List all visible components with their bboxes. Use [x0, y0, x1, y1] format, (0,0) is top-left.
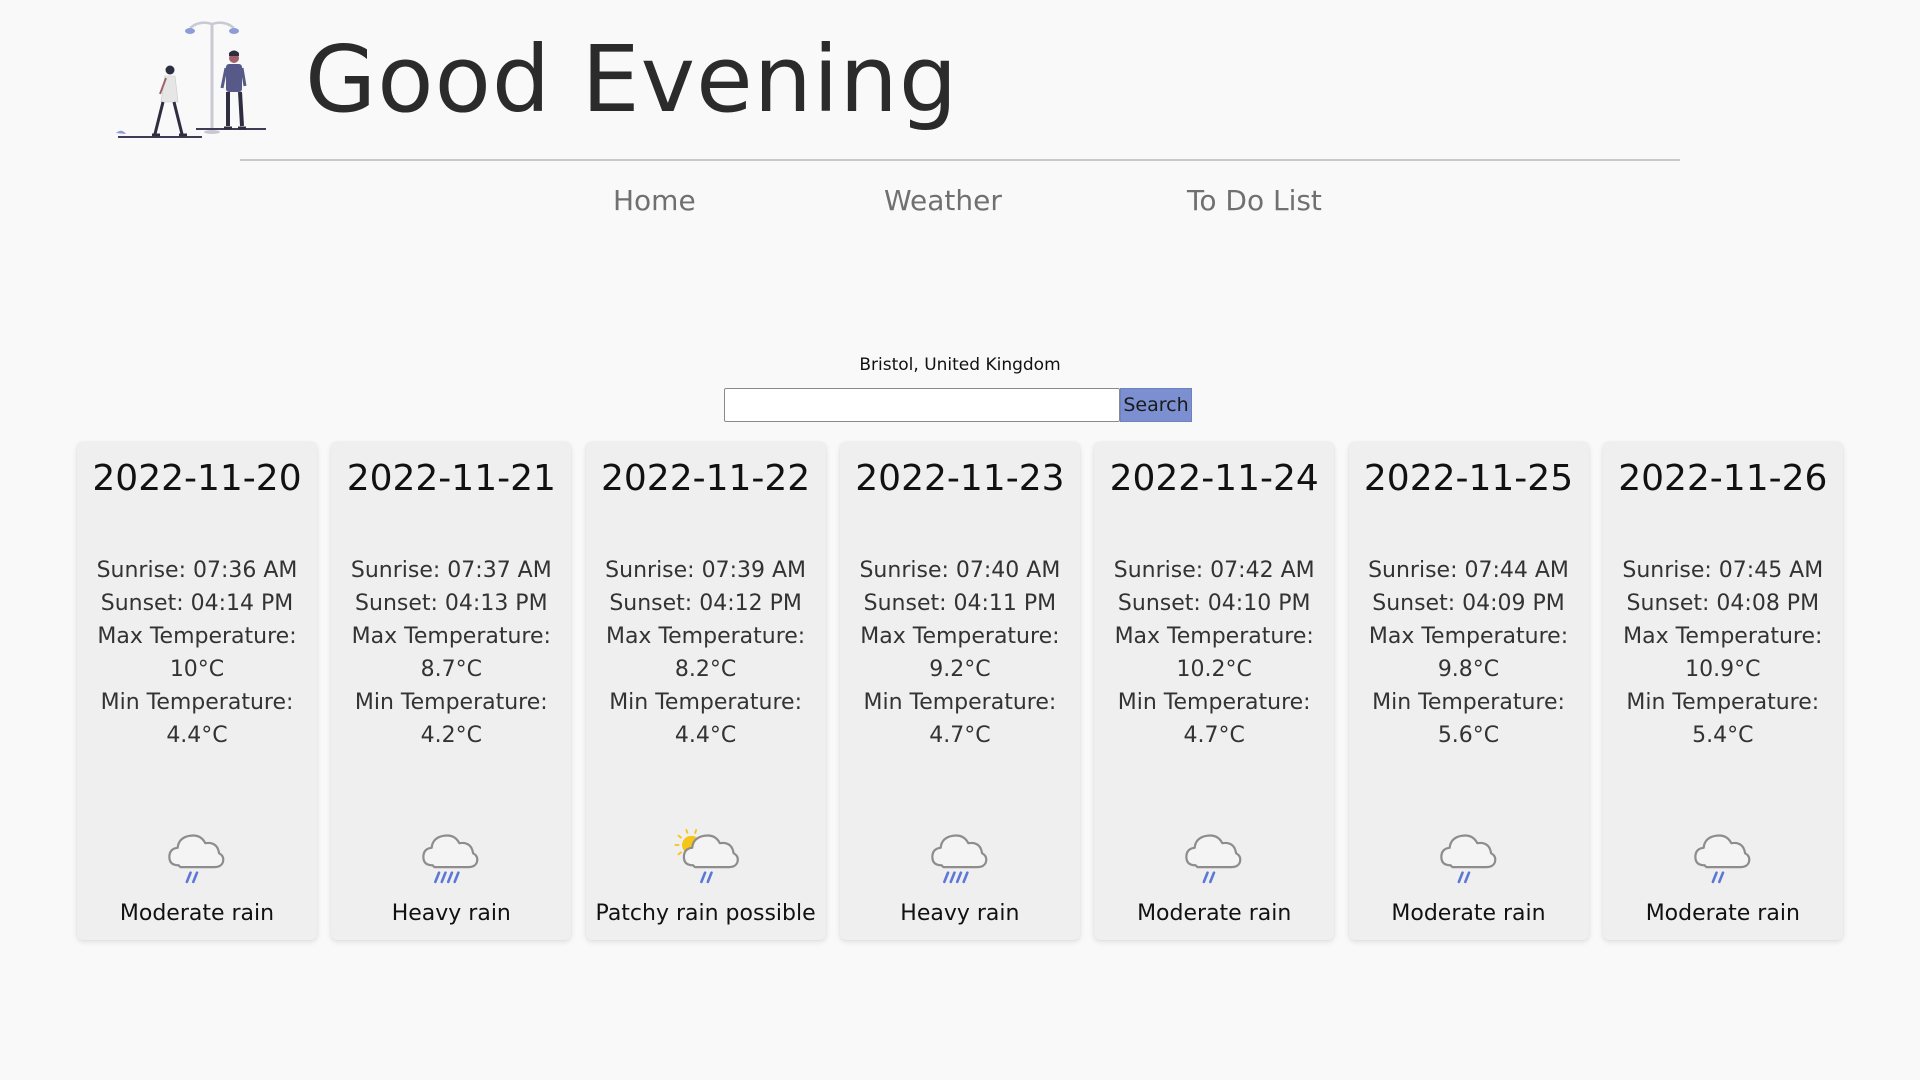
forecast-details: Sunrise: 07:45 AM Sunset: 04:08 PM Max T…	[1603, 554, 1843, 752]
forecast-card: 2022-11-21 Sunrise: 07:37 AM Sunset: 04:…	[331, 442, 572, 940]
cloud-moderate-rain-icon	[1688, 822, 1758, 892]
sunrise-text: Sunrise: 07:40 AM	[859, 558, 1061, 583]
forecast-cards: 2022-11-20 Sunrise: 07:36 AM Sunset: 04:…	[77, 442, 1843, 940]
search-input[interactable]	[724, 388, 1120, 422]
min-temperature-label: Min Temperature:	[100, 690, 294, 715]
weather-condition: Moderate rain	[1391, 901, 1546, 926]
forecast-card: 2022-11-25 Sunrise: 07:44 AM Sunset: 04:…	[1348, 442, 1589, 940]
sunrise-text: Sunrise: 07:39 AM	[605, 558, 807, 583]
min-temperature-label: Min Temperature:	[609, 690, 802, 715]
weather-condition: Patchy rain possible	[595, 901, 816, 926]
max-temperature-label: Max Temperature:	[605, 624, 806, 649]
max-temperature-value: 10°C	[169, 657, 225, 682]
nav-home-link[interactable]: Home	[613, 180, 696, 222]
forecast-card: 2022-11-23 Sunrise: 07:40 AM Sunset: 04:…	[839, 442, 1080, 940]
forecast-card: 2022-11-22 Sunrise: 07:39 AM Sunset: 04:…	[585, 442, 826, 940]
weather-condition: Heavy rain	[900, 901, 1020, 926]
forecast-details: Sunrise: 07:36 AM Sunset: 04:14 PM Max T…	[77, 554, 317, 752]
min-temperature-value: 4.2°C	[420, 723, 482, 748]
sunset-text: Sunset: 04:08 PM	[1626, 591, 1820, 616]
forecast-card: 2022-11-24 Sunrise: 07:42 AM Sunset: 04:…	[1094, 442, 1335, 940]
header-divider	[240, 159, 1680, 161]
forecast-date: 2022-11-22	[600, 458, 811, 499]
sunrise-text: Sunrise: 07:37 AM	[350, 558, 552, 583]
cloud-moderate-rain-icon	[1434, 822, 1504, 892]
forecast-date: 2022-11-25	[1363, 458, 1574, 499]
min-temperature-label: Min Temperature:	[354, 690, 548, 715]
forecast-date: 2022-11-26	[1618, 458, 1828, 499]
sunrise-text: Sunrise: 07:45 AM	[1622, 558, 1824, 583]
forecast-card: 2022-11-26 Sunrise: 07:45 AM Sunset: 04:…	[1602, 442, 1843, 940]
max-temperature-value: 8.2°C	[674, 657, 737, 682]
forecast-details: Sunrise: 07:40 AM Sunset: 04:11 PM Max T…	[840, 554, 1080, 752]
max-temperature-label: Max Temperature:	[351, 624, 551, 649]
max-temperature-label: Max Temperature:	[860, 624, 1060, 649]
max-temperature-label: Max Temperature:	[1368, 624, 1569, 649]
forecast-date: 2022-11-21	[346, 458, 556, 499]
min-temperature-value: 4.4°C	[674, 723, 737, 748]
min-temperature-value: 4.7°C	[929, 723, 991, 748]
cloud-heavy-rain-icon	[925, 822, 995, 892]
sunrise-text: Sunrise: 07:44 AM	[1368, 558, 1569, 583]
forecast-date: 2022-11-23	[855, 458, 1065, 499]
sunset-text: Sunset: 04:13 PM	[355, 591, 548, 616]
forecast-details: Sunrise: 07:39 AM Sunset: 04:12 PM Max T…	[586, 554, 826, 752]
max-temperature-value: 8.7°C	[420, 657, 482, 682]
forecast-date: 2022-11-20	[92, 458, 302, 499]
min-temperature-label: Min Temperature:	[1117, 690, 1311, 715]
nav-weather-link[interactable]: Weather	[884, 180, 1002, 222]
cloud-heavy-rain-icon	[416, 822, 486, 892]
min-temperature-value: 5.4°C	[1692, 723, 1754, 748]
search-bar: Search	[724, 388, 1192, 424]
forecast-details: Sunrise: 07:37 AM Sunset: 04:13 PM Max T…	[331, 554, 571, 752]
max-temperature-label: Max Temperature:	[1623, 624, 1823, 649]
forecast-card: 2022-11-20 Sunrise: 07:36 AM Sunset: 04:…	[77, 442, 317, 940]
page-header: Good Evening	[0, 0, 1920, 161]
street-lamp-people-illustration	[116, 21, 266, 138]
sunset-text: Sunset: 04:14 PM	[100, 591, 294, 616]
sunrise-text: Sunrise: 07:42 AM	[1113, 558, 1315, 583]
forecast-date: 2022-11-24	[1109, 458, 1319, 499]
min-temperature-value: 4.7°C	[1183, 723, 1245, 748]
sunset-text: Sunset: 04:09 PM	[1372, 591, 1565, 616]
min-temperature-label: Min Temperature:	[863, 690, 1057, 715]
min-temperature-value: 5.6°C	[1437, 723, 1500, 748]
nav-todo-link[interactable]: To Do List	[1187, 180, 1322, 222]
max-temperature-value: 9.8°C	[1437, 657, 1500, 682]
sun-cloud-rain-icon	[671, 822, 741, 892]
weather-condition: Moderate rain	[1137, 901, 1292, 926]
sunset-text: Sunset: 04:10 PM	[1117, 591, 1311, 616]
cloud-moderate-rain-icon	[162, 822, 232, 892]
min-temperature-label: Min Temperature:	[1372, 690, 1565, 715]
sunset-text: Sunset: 04:12 PM	[609, 591, 802, 616]
page-title: Good Evening	[305, 26, 959, 133]
forecast-details: Sunrise: 07:42 AM Sunset: 04:10 PM Max T…	[1094, 554, 1334, 752]
forecast-details: Sunrise: 07:44 AM Sunset: 04:09 PM Max T…	[1349, 554, 1589, 752]
max-temperature-label: Max Temperature:	[97, 624, 297, 649]
max-temperature-value: 9.2°C	[929, 657, 991, 682]
search-button[interactable]: Search	[1120, 388, 1192, 422]
min-temperature-value: 4.4°C	[166, 723, 228, 748]
max-temperature-label: Max Temperature:	[1114, 624, 1314, 649]
max-temperature-value: 10.2°C	[1176, 657, 1252, 682]
main-nav: Home Weather To Do List	[0, 180, 1920, 224]
location-label: Bristol, United Kingdom	[859, 355, 1061, 375]
cloud-moderate-rain-icon	[1179, 822, 1249, 892]
max-temperature-value: 10.9°C	[1685, 657, 1761, 682]
sunset-text: Sunset: 04:11 PM	[863, 591, 1057, 616]
min-temperature-label: Min Temperature:	[1626, 690, 1820, 715]
sunrise-text: Sunrise: 07:36 AM	[96, 558, 298, 583]
weather-condition: Moderate rain	[1645, 901, 1800, 926]
weather-condition: Heavy rain	[391, 901, 511, 926]
weather-condition: Moderate rain	[119, 901, 275, 926]
